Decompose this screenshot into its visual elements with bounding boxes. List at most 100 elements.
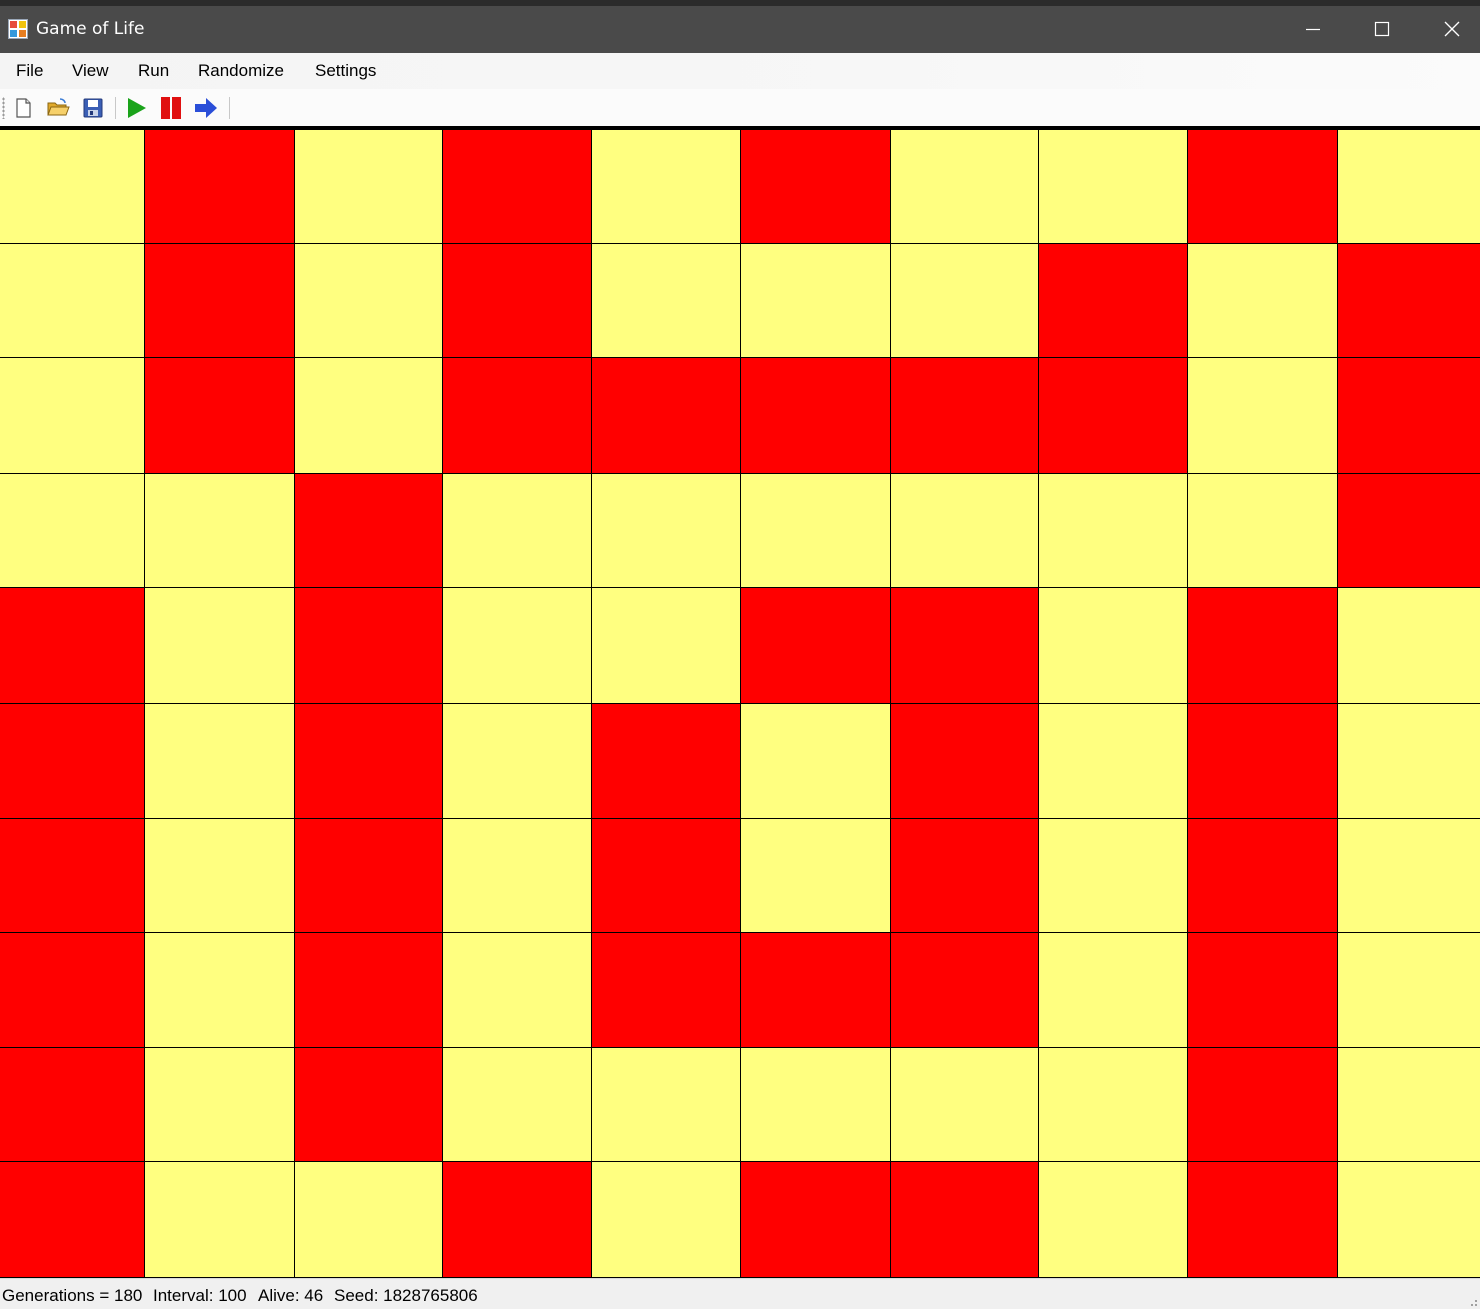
cell-dead[interactable]	[891, 474, 1039, 588]
cell-alive[interactable]	[1188, 704, 1338, 819]
cell-dead[interactable]	[1039, 1048, 1188, 1162]
cell-dead[interactable]	[1338, 1162, 1480, 1278]
cell-alive[interactable]	[295, 819, 443, 933]
cell-dead[interactable]	[741, 474, 891, 588]
cell-alive[interactable]	[891, 704, 1039, 819]
cell-dead[interactable]	[0, 358, 145, 474]
cell-alive[interactable]	[295, 588, 443, 704]
cell-alive[interactable]	[891, 819, 1039, 933]
cell-alive[interactable]	[592, 933, 741, 1048]
cell-alive[interactable]	[295, 474, 443, 588]
cell-alive[interactable]	[1338, 244, 1480, 358]
cell-alive[interactable]	[145, 130, 295, 244]
cell-dead[interactable]	[1039, 130, 1188, 244]
cell-dead[interactable]	[592, 1048, 741, 1162]
cell-alive[interactable]	[741, 130, 891, 244]
open-button[interactable]	[44, 94, 72, 122]
cell-dead[interactable]	[891, 1048, 1039, 1162]
cell-dead[interactable]	[1039, 1162, 1188, 1278]
cell-alive[interactable]	[1188, 1048, 1338, 1162]
cell-dead[interactable]	[443, 819, 592, 933]
new-button[interactable]	[9, 94, 37, 122]
menu-run[interactable]: Run	[138, 53, 169, 89]
cell-dead[interactable]	[741, 1048, 891, 1162]
cell-alive[interactable]	[0, 819, 145, 933]
cell-alive[interactable]	[741, 588, 891, 704]
cell-dead[interactable]	[443, 704, 592, 819]
cell-dead[interactable]	[0, 130, 145, 244]
game-board[interactable]	[0, 130, 1480, 1278]
cell-dead[interactable]	[145, 588, 295, 704]
cell-dead[interactable]	[592, 1162, 741, 1278]
cell-dead[interactable]	[443, 588, 592, 704]
minimize-button[interactable]	[1278, 6, 1348, 53]
cell-alive[interactable]	[145, 358, 295, 474]
cell-dead[interactable]	[1338, 588, 1480, 704]
cell-alive[interactable]	[891, 933, 1039, 1048]
cell-dead[interactable]	[1338, 1048, 1480, 1162]
cell-dead[interactable]	[741, 704, 891, 819]
cell-dead[interactable]	[145, 1048, 295, 1162]
cell-dead[interactable]	[592, 588, 741, 704]
cell-dead[interactable]	[0, 474, 145, 588]
next-button[interactable]	[192, 94, 220, 122]
cell-dead[interactable]	[295, 358, 443, 474]
cell-dead[interactable]	[295, 130, 443, 244]
cell-dead[interactable]	[1039, 933, 1188, 1048]
menu-view[interactable]: View	[72, 53, 109, 89]
menu-file[interactable]: File	[16, 53, 43, 89]
cell-dead[interactable]	[0, 244, 145, 358]
cell-dead[interactable]	[295, 1162, 443, 1278]
toolbar-grip[interactable]	[2, 97, 5, 119]
cell-alive[interactable]	[1188, 933, 1338, 1048]
cell-dead[interactable]	[1188, 244, 1338, 358]
cell-dead[interactable]	[145, 474, 295, 588]
save-button[interactable]	[79, 94, 107, 122]
cell-alive[interactable]	[443, 130, 592, 244]
cell-alive[interactable]	[1188, 1162, 1338, 1278]
cell-dead[interactable]	[1338, 933, 1480, 1048]
cell-dead[interactable]	[1039, 474, 1188, 588]
cell-alive[interactable]	[145, 244, 295, 358]
cell-alive[interactable]	[592, 358, 741, 474]
cell-alive[interactable]	[295, 933, 443, 1048]
cell-alive[interactable]	[741, 933, 891, 1048]
menu-settings[interactable]: Settings	[315, 53, 376, 89]
cell-dead[interactable]	[443, 1048, 592, 1162]
cell-alive[interactable]	[592, 704, 741, 819]
cell-alive[interactable]	[443, 358, 592, 474]
menu-randomize[interactable]: Randomize	[198, 53, 284, 89]
cell-alive[interactable]	[592, 819, 741, 933]
cell-alive[interactable]	[0, 704, 145, 819]
cell-alive[interactable]	[443, 244, 592, 358]
cell-alive[interactable]	[0, 1162, 145, 1278]
cell-alive[interactable]	[891, 1162, 1039, 1278]
start-button[interactable]	[122, 94, 150, 122]
cell-dead[interactable]	[891, 244, 1039, 358]
cell-dead[interactable]	[145, 933, 295, 1048]
close-button[interactable]	[1417, 6, 1480, 53]
cell-alive[interactable]	[295, 1048, 443, 1162]
cell-dead[interactable]	[1039, 588, 1188, 704]
cell-dead[interactable]	[443, 933, 592, 1048]
resize-grip-icon[interactable]	[1466, 1295, 1478, 1307]
cell-alive[interactable]	[891, 588, 1039, 704]
cell-dead[interactable]	[1039, 819, 1188, 933]
cell-alive[interactable]	[443, 1162, 592, 1278]
cell-alive[interactable]	[1338, 474, 1480, 588]
cell-alive[interactable]	[741, 1162, 891, 1278]
title-bar[interactable]: Game of Life	[0, 6, 1480, 53]
cell-dead[interactable]	[1039, 704, 1188, 819]
cell-dead[interactable]	[891, 130, 1039, 244]
maximize-button[interactable]	[1347, 6, 1417, 53]
cell-alive[interactable]	[741, 358, 891, 474]
cell-alive[interactable]	[0, 588, 145, 704]
cell-dead[interactable]	[1188, 474, 1338, 588]
cell-dead[interactable]	[145, 704, 295, 819]
pause-button[interactable]	[157, 94, 185, 122]
cell-dead[interactable]	[1338, 704, 1480, 819]
cell-dead[interactable]	[592, 244, 741, 358]
cell-dead[interactable]	[295, 244, 443, 358]
cell-alive[interactable]	[1039, 244, 1188, 358]
cell-alive[interactable]	[1188, 819, 1338, 933]
